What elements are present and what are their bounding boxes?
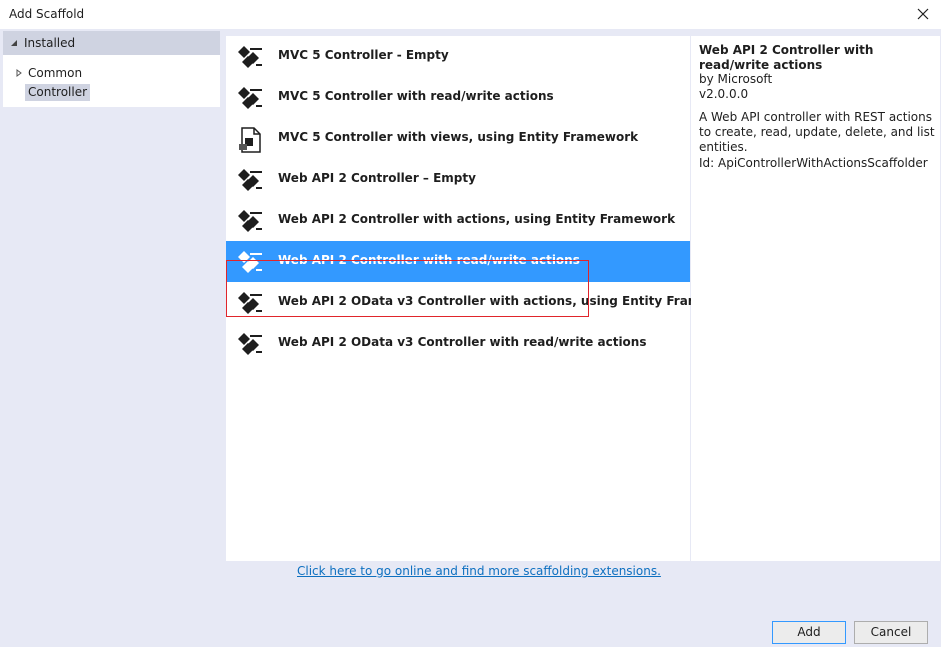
scaffold-list-item[interactable]: MVC 5 Controller with read/write actions (226, 77, 690, 118)
scaffold-list-item[interactable]: MVC 5 Controller with views, using Entit… (226, 118, 690, 159)
tree-item-label: Common (28, 66, 83, 80)
description-author: by Microsoft (699, 72, 773, 86)
online-extensions-link[interactable]: Click here to go online and find more sc… (297, 564, 661, 578)
description-panel: Web API 2 Controller with read/write act… (691, 36, 940, 561)
scaffold-list-item[interactable]: Web API 2 Controller with actions, using… (226, 200, 690, 241)
add-button[interactable]: Add (772, 621, 846, 644)
cancel-button[interactable]: Cancel (854, 621, 928, 644)
description-title: Web API 2 Controller with read/write act… (699, 43, 874, 72)
controller-icon (234, 83, 266, 113)
controller-icon (234, 206, 266, 236)
close-button[interactable] (913, 4, 933, 24)
scaffold-item-label: Web API 2 OData v3 Controller with actio… (278, 294, 742, 308)
category-tree: Common Controller (3, 55, 220, 107)
scaffold-item-label: Web API 2 Controller with read/write act… (278, 253, 580, 267)
description-id: Id: ApiControllerWithActionsScaffolder (699, 156, 928, 170)
tree-item-common[interactable]: Common (16, 66, 83, 80)
controller-icon (234, 165, 266, 195)
scaffold-list-item[interactable]: Web API 2 Controller – Empty (226, 159, 690, 200)
window-title: Add Scaffold (9, 7, 85, 21)
scaffold-item-label: MVC 5 Controller with views, using Entit… (278, 130, 639, 144)
controller-icon (234, 42, 266, 72)
scaffold-item-label: Web API 2 OData v3 Controller with read/… (278, 335, 647, 349)
scaffold-list-item[interactable]: Web API 2 OData v3 Controller with actio… (226, 282, 742, 323)
tree-item-controller[interactable]: Controller (25, 84, 91, 101)
scaffold-list-item[interactable]: Web API 2 Controller with read/write act… (226, 241, 690, 282)
scaffold-item-label: MVC 5 Controller - Empty (278, 48, 449, 62)
description-version: v2.0.0.0 (699, 87, 749, 101)
collapsed-triangle-icon (16, 69, 22, 77)
scaffold-list-item[interactable]: Web API 2 OData v3 Controller with read/… (226, 323, 690, 364)
scaffold-item-label: Web API 2 Controller – Empty (278, 171, 476, 185)
tree-header-label: Installed (24, 36, 76, 50)
scaffold-item-label: MVC 5 Controller with read/write actions (278, 89, 554, 103)
controller-icon (234, 329, 266, 359)
controller-icon (234, 247, 266, 277)
controller-icon (234, 288, 266, 318)
scaffold-list-item[interactable]: MVC 5 Controller - Empty (226, 36, 690, 77)
scaffold-item-label: Web API 2 Controller with actions, using… (278, 212, 676, 226)
controller-views-icon (234, 124, 266, 154)
scaffold-list: MVC 5 Controller - Empty MVC 5 Controller… (226, 36, 742, 561)
description-summary: A Web API controller with REST actions t… (699, 110, 935, 154)
tree-header-installed[interactable]: Installed (3, 31, 220, 55)
close-icon (917, 8, 929, 20)
tree-item-label: Controller (28, 85, 88, 99)
title-bar: Add Scaffold (0, 0, 941, 29)
expanded-triangle-icon (11, 40, 17, 46)
